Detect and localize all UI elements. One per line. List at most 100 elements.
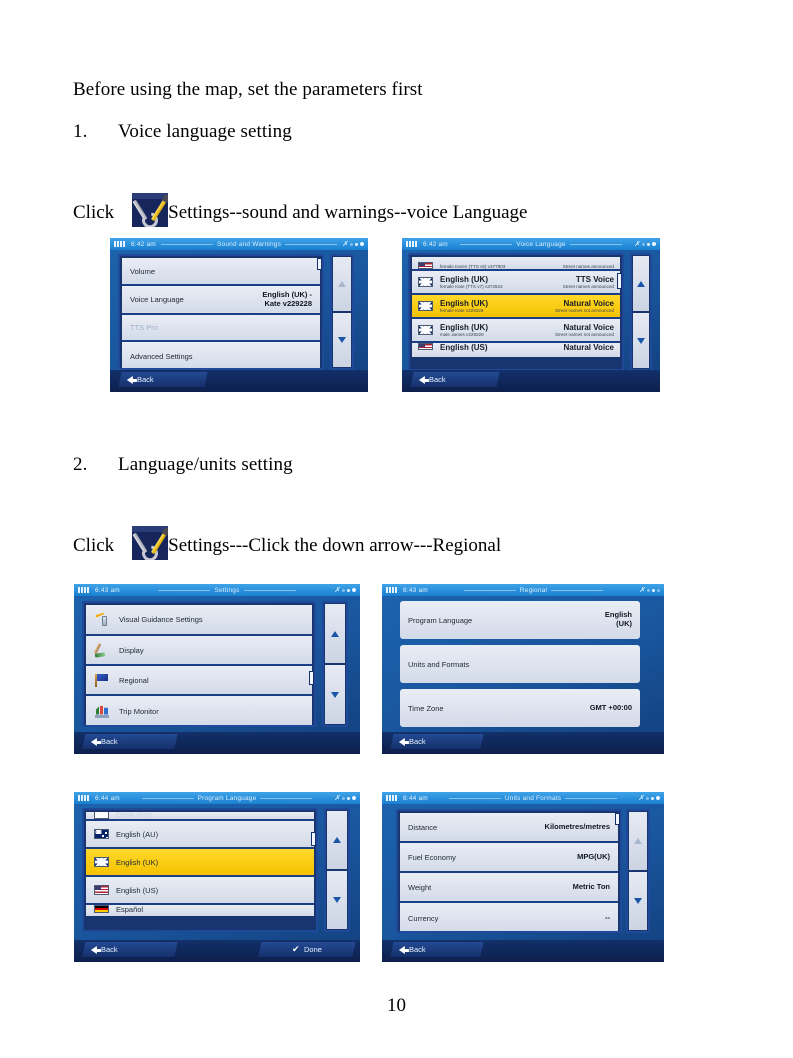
screen-title: Units and Formats	[504, 794, 562, 802]
list-item-selected[interactable]: English (UK)	[86, 849, 314, 877]
list-item[interactable]: English (US) Natural Voice	[412, 343, 620, 357]
gps-signal-icons: ✗	[638, 794, 660, 802]
done-button[interactable]: ✔ Done	[258, 942, 356, 957]
row-label: Volume	[130, 266, 156, 276]
back-button[interactable]: Back	[410, 372, 500, 387]
scrollbar[interactable]	[630, 253, 652, 371]
back-button[interactable]: Back	[390, 942, 484, 957]
scrollbar[interactable]	[626, 809, 650, 933]
row-label: TTS Pro	[130, 323, 158, 332]
row-label: Program Language	[408, 615, 473, 625]
scroll-up-button[interactable]	[325, 604, 345, 663]
chevron-up-icon	[634, 838, 642, 844]
screen-title: Settings	[214, 586, 240, 594]
settings-tools-icon	[132, 526, 169, 560]
scroll-down-button[interactable]	[325, 665, 345, 724]
scroll-thumb[interactable]	[615, 813, 620, 825]
list-item-program-language[interactable]: Program Language English (UK)	[400, 601, 640, 639]
row-value: --	[605, 912, 610, 922]
section-1-heading: 1. Voice language setting	[73, 121, 292, 143]
list-item-fuel-economy[interactable]: Fuel Economy MPG(UK)	[400, 843, 618, 873]
arrow-left-icon	[127, 375, 133, 384]
row-value: Metric Ton	[572, 881, 610, 891]
chevron-down-icon	[338, 337, 346, 343]
row-value: English (UK)	[604, 610, 632, 628]
screenshot-sound-and-warnings: 6:42 am Sound and Warnings ✗ Volume Voic…	[110, 238, 368, 392]
row-detail: male James v229228	[440, 332, 484, 337]
regional-list: Program Language English (UK) Units and …	[400, 601, 640, 727]
list-item[interactable]: English (AU)	[86, 821, 314, 849]
page-number: 10	[387, 995, 406, 1016]
list-item-time-zone[interactable]: Time Zone GMT +00:00	[400, 689, 640, 727]
list-item-weight[interactable]: Weight Metric Ton	[400, 873, 618, 903]
scroll-down-button[interactable]	[629, 872, 647, 930]
row-voice-type: Natural Voice	[563, 299, 614, 308]
bottom-bar: Back ✔ Done	[74, 940, 360, 962]
screenshot-settings: 6:43 am Settings ✗ Visual Guidance Setti…	[74, 584, 360, 754]
list-item[interactable]: Español	[86, 905, 314, 916]
back-label: Back	[409, 945, 426, 954]
battery-icon	[386, 587, 397, 593]
list-item[interactable]: English (UK) TTS Voice female Kate (TTS v…	[412, 271, 620, 295]
scroll-down-button[interactable]	[633, 313, 649, 368]
row-label: Units and Formats	[408, 659, 470, 669]
scroll-down-button[interactable]	[327, 871, 347, 929]
back-button[interactable]: Back	[118, 372, 208, 387]
scrollbar[interactable]	[330, 254, 354, 370]
gps-signal-icons: ✗	[639, 586, 660, 594]
row-label: Weight	[408, 882, 432, 892]
language-list-panel: Česki Reči English (AU) English (UK) Eng…	[82, 808, 318, 932]
scroll-thumb[interactable]	[317, 258, 322, 270]
list-item[interactable]: Česki Reči	[86, 812, 314, 821]
back-button[interactable]: Back	[82, 942, 178, 957]
scroll-down-button[interactable]	[333, 313, 351, 367]
status-time: 6:43 am	[403, 586, 428, 594]
satellite-icon: ✗	[634, 239, 640, 248]
row-label: Visual Guidance Settings	[119, 615, 203, 624]
back-label: Back	[137, 375, 154, 384]
list-item-currency[interactable]: Currency --	[400, 903, 618, 931]
back-button[interactable]: Back	[82, 734, 178, 749]
flag-icon-au	[94, 829, 109, 839]
row-label: English (AU)	[116, 829, 159, 839]
row-detail: female Karen (TTS v5) v377803	[440, 264, 506, 269]
list-item-units-and-formats[interactable]: Units and Formats	[400, 645, 640, 683]
scroll-thumb[interactable]	[309, 671, 314, 685]
scroll-up-button[interactable]	[327, 811, 347, 869]
list-item-selected[interactable]: English (UK) Natural Voice female Kate v2…	[412, 295, 620, 319]
list-item[interactable]: female Karen (TTS v5) v377803 Street name…	[412, 257, 620, 271]
gps-signal-icons: ✗	[334, 794, 356, 802]
screenshot-regional: 6:43 am Regional ✗ Program Language Engl…	[382, 584, 664, 754]
check-icon: ✔	[292, 944, 300, 954]
sidebar-item-visual-guidance[interactable]: Visual Guidance Settings	[86, 605, 312, 636]
flag-icon-uk	[418, 301, 433, 311]
trip-monitor-chart-icon	[94, 704, 111, 719]
flag-icon-uk	[418, 325, 433, 335]
scrollbar[interactable]	[322, 601, 348, 727]
scroll-up-button[interactable]	[629, 812, 647, 870]
row-label: Español	[116, 905, 144, 914]
list-item[interactable]: Advanced Settings	[122, 342, 320, 368]
scroll-thumb[interactable]	[617, 273, 622, 289]
list-item[interactable]: English (UK) Natural Voice male James v22…	[412, 319, 620, 343]
scroll-up-button[interactable]	[633, 256, 649, 311]
scrollbar[interactable]	[324, 808, 350, 932]
list-item-distance[interactable]: Distance Kilometres/metres	[400, 813, 618, 843]
list-item[interactable]: English (US)	[86, 877, 314, 905]
status-bar: 6:42 am Voice Language ✗	[402, 238, 660, 250]
flag-icon-de	[94, 905, 109, 913]
scroll-thumb[interactable]	[311, 832, 316, 846]
scroll-up-button[interactable]	[333, 257, 351, 311]
done-label: Done	[303, 945, 322, 954]
sidebar-item-trip-monitor[interactable]: Trip Monitor	[86, 696, 312, 725]
sidebar-item-display[interactable]: Display	[86, 636, 312, 666]
document-page: Before using the map, set the parameters…	[0, 0, 793, 1058]
list-item[interactable]: Voice Language English (UK) - Kate v2292…	[122, 286, 320, 315]
back-button[interactable]: Back	[390, 734, 484, 749]
list-item[interactable]: Volume	[122, 258, 320, 286]
section-2-heading: 2. Language/units setting	[73, 454, 293, 476]
sidebar-item-regional[interactable]: Regional	[86, 666, 312, 696]
arrow-left-icon	[91, 945, 97, 954]
row-label: Distance	[408, 822, 438, 832]
row-title: English (UK)	[440, 275, 488, 284]
